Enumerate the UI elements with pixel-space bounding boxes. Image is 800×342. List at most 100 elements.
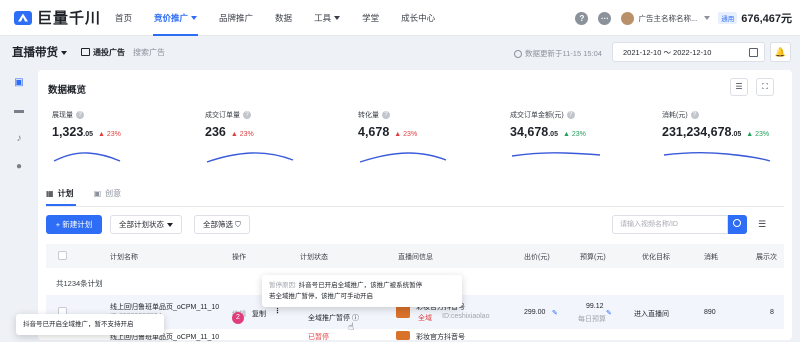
room-id: ID:ceshixiaolao (442, 313, 490, 320)
metric-label: 展现量 (52, 112, 73, 119)
metric-value: 1,323 (52, 125, 84, 139)
plan-name[interactable]: 线上回归鲁班单品页_oCPM_11_10 (110, 302, 219, 312)
col-bid[interactable]: 出价(元) (524, 252, 550, 262)
edit-icon[interactable]: ✎ (606, 309, 612, 317)
metric-conversions[interactable]: 转化量? 4,678 ▲ 23% (358, 110, 448, 164)
avatar[interactable] (621, 11, 635, 25)
select-all-checkbox[interactable] (58, 251, 67, 260)
more-icon[interactable]: ··· (598, 11, 612, 25)
edit-icon[interactable]: ✎ (552, 309, 558, 317)
plan-status: 已暂停 (308, 334, 329, 341)
overview-title: 数据概览 (48, 85, 87, 96)
room-thumbnail (396, 331, 410, 340)
sparkline (511, 152, 601, 157)
metric-value: 236 (205, 125, 226, 139)
account-name[interactable]: 广告主名称名称... (638, 13, 697, 24)
metric-value: 231,234,678 (662, 125, 732, 139)
nav-academy[interactable]: 学堂 (351, 0, 390, 36)
status-filter[interactable]: 全部计划状态 (110, 215, 182, 234)
sidebar: ▣ ▬ ♪ ● (0, 68, 38, 340)
metric-order-amount[interactable]: 成交订单金额(元)? 34,678.05 ▲ 23% (510, 110, 602, 164)
search-input[interactable]: 请输入视频名称/ID (612, 215, 728, 234)
metric-label: 转化量 (358, 112, 379, 119)
balance: 676,467元 (741, 13, 792, 25)
room-name[interactable]: 彩妆官方抖音号 (416, 332, 465, 342)
col-name: 计划名称 (110, 254, 138, 261)
tiktok-icon[interactable]: ♪ (0, 124, 38, 152)
calendar-icon (749, 48, 758, 57)
target-value: 进入直播间 (634, 311, 669, 318)
sparkline (663, 152, 771, 162)
fullscreen-button[interactable]: ⛶ (756, 78, 774, 96)
brand-logo[interactable]: 巨量千川 (14, 7, 104, 28)
copy-link[interactable]: 复制 (252, 309, 266, 319)
metric-value: 4,678 (358, 125, 390, 139)
col-budget[interactable]: 预算(元) (580, 252, 606, 262)
nav-data[interactable]: 数据 (264, 0, 303, 36)
chevron-down-icon (167, 223, 173, 228)
nav-growth[interactable]: 成长中心 (390, 0, 446, 36)
notification-button[interactable]: 🔔 (770, 42, 791, 62)
new-plan-button[interactable]: + 新建计划 (46, 215, 102, 234)
tab-general-ads[interactable]: 通投广告 (81, 47, 125, 58)
bag-icon (81, 48, 90, 56)
chevron-down-icon (334, 16, 341, 21)
expand-icon: ⛶ (762, 82, 768, 91)
col-cost[interactable]: 消耗 (704, 252, 718, 262)
column-settings-icon[interactable]: ☰ (758, 219, 766, 230)
clock-icon (514, 49, 522, 58)
metric-value: 34,678 (510, 125, 549, 139)
tooltip-text: 抖音号已开启全域推广，该推广被系统暂停 (298, 282, 423, 289)
user-icon[interactable]: ● (0, 152, 38, 180)
metric-cost[interactable]: 消耗(元)? 231,234,678.05 ▲ 23% (662, 110, 772, 164)
all-filter-button[interactable]: 全部筛选 ⛉ (194, 215, 250, 234)
metric-label: 消耗(元) (662, 112, 688, 119)
folder-icon[interactable]: ▬ (0, 96, 38, 124)
help-icon: ? (243, 111, 251, 119)
metric-orders[interactable]: 成交订单量? 236 ▲ 23% (205, 110, 295, 164)
search-button[interactable] (728, 215, 747, 234)
nav-tools[interactable]: 工具 (303, 0, 351, 36)
disabled-tooltip: 抖音号已开启全域推广，暂不支持开启 (16, 314, 164, 335)
calendar-icon: ▦ (46, 189, 54, 198)
col-target: 优化目标 (642, 254, 670, 261)
settings-button[interactable]: ☰ (730, 78, 748, 96)
dashboard-icon[interactable]: ▣ (0, 68, 38, 96)
chevron-down-icon (61, 50, 67, 55)
col-shows[interactable]: 展示次 (756, 252, 777, 262)
metric-label: 成交订单量 (205, 112, 240, 119)
col-ops: 操作 (232, 254, 246, 261)
chevron-down-icon (191, 16, 198, 21)
update-time: 数据更新于11-15 15:04 (514, 48, 602, 59)
tooltip-text: 若全域推广暂停，该推广可手动开启 (269, 293, 373, 300)
date-range-picker[interactable]: 2021-12-10 ～ 2022-12-10 (612, 42, 765, 62)
nav-bidding[interactable]: 竞价推广 (143, 0, 208, 36)
total-count: 共1234条计划 (56, 279, 103, 288)
metric-impressions[interactable]: 展现量? 1,323.05 ▲ 23% (52, 110, 122, 164)
pause-tooltip: 暂停原因: 抖音号已开启全域推广，该推广被系统暂停 若全域推广暂停，该推广可手动… (262, 275, 462, 307)
tooltip-label: 暂停原因: (269, 282, 297, 289)
tab-search-ads[interactable]: 搜索广告 (133, 47, 165, 58)
metric-change: ▲ 23% (746, 131, 770, 138)
tab-plan[interactable]: ▦ 计划 (46, 188, 74, 199)
filter-icon: ⛉ (235, 220, 241, 229)
tab-creative[interactable]: ▣ 创意 (94, 188, 122, 199)
more-icon[interactable]: ⋮ (274, 307, 281, 315)
nav-brand[interactable]: 品牌推广 (208, 0, 264, 36)
top-right: ? ··· 广告主名称名称... 通用 676,467元 (575, 0, 792, 36)
nav-home[interactable]: 首页 (104, 0, 143, 36)
col-status: 计划状态 (300, 254, 328, 261)
cursor-icon: ☝ (348, 322, 355, 333)
brand-name: 巨量千川 (37, 10, 102, 27)
page-title[interactable]: 直播带货 (12, 44, 67, 60)
metric-decimal: .05 (548, 131, 558, 138)
help-icon: ? (382, 111, 390, 119)
question-icon[interactable]: ? (575, 11, 589, 25)
step-badge: 2 (232, 312, 244, 324)
table-header: 计划名称 操作 计划状态 直播间信息 出价(元) 预算(元) 优化目标 消耗 展… (46, 244, 784, 268)
plan-status: 全域推广暂停 (308, 315, 350, 322)
plan-tabs: ▦ 计划 ▣ 创意 (46, 188, 141, 199)
budget-type: 每日预算 (578, 316, 606, 323)
room-tag: 全域 (418, 315, 432, 322)
metric-change: ▲ 23% (394, 131, 418, 138)
